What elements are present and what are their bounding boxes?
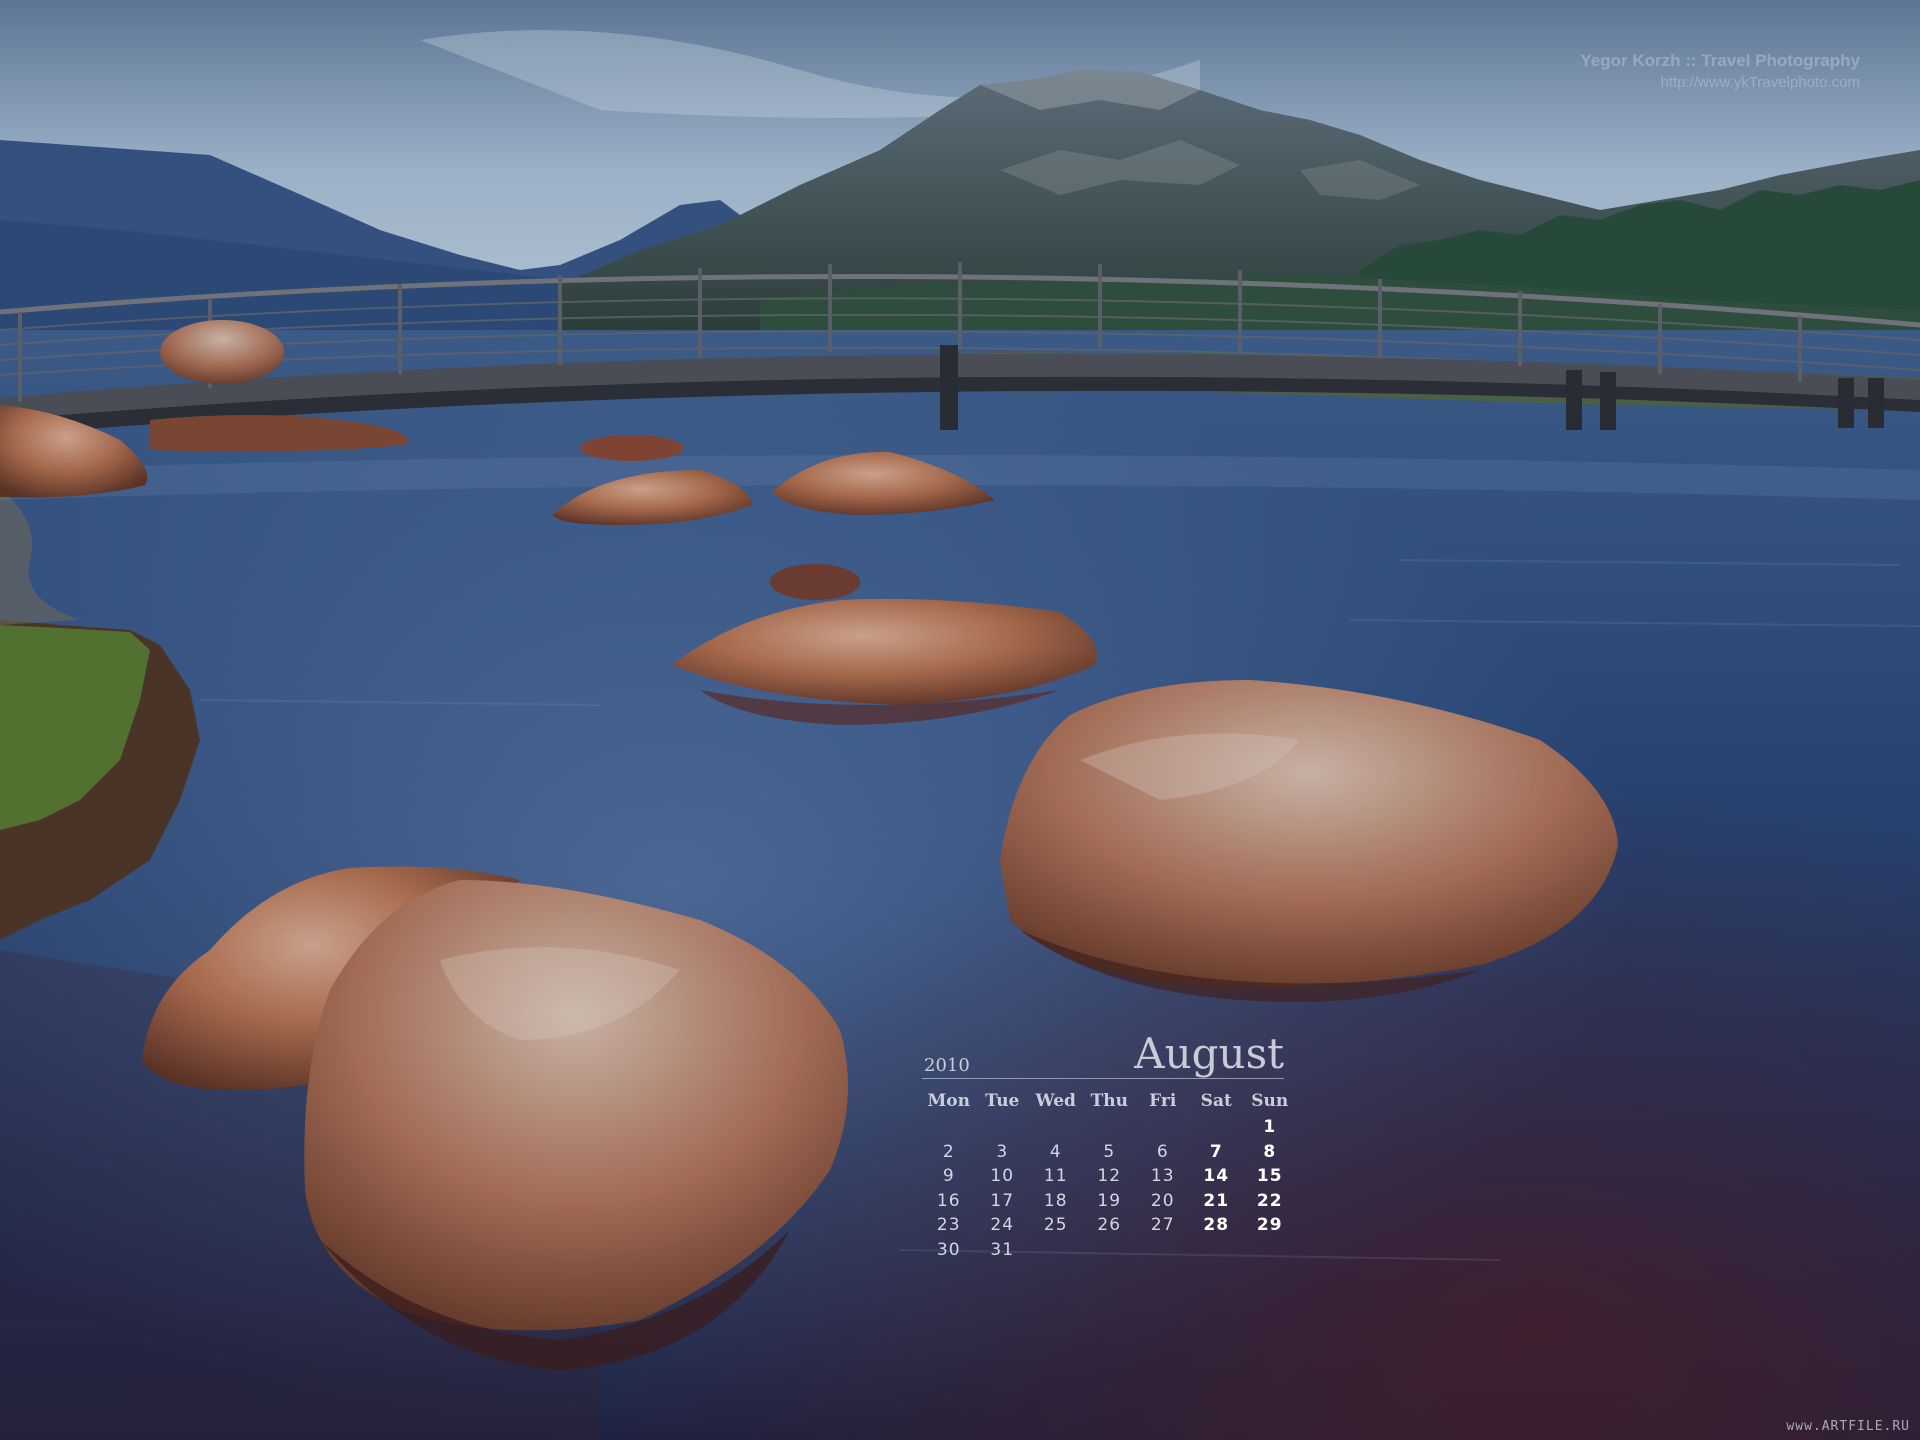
landscape-photo: Yegor Korzh :: Travel Photography http:/… xyxy=(0,0,1920,1440)
calendar-day: 7 xyxy=(1209,1141,1223,1162)
calendar-year: 2010 xyxy=(924,1055,970,1076)
calendar-day: 29 xyxy=(1256,1215,1283,1235)
calendar-blank xyxy=(922,1115,976,1140)
weekday-header: Tue xyxy=(985,1091,1020,1111)
calendar-day: 26 xyxy=(1097,1215,1122,1235)
calendar-day: 17 xyxy=(990,1190,1015,1211)
watermark: www.ARTFILE.RU xyxy=(1786,1419,1910,1434)
calendar-day: 18 xyxy=(1043,1190,1068,1211)
calendar-day: 22 xyxy=(1256,1190,1283,1211)
weekday-header: Wed xyxy=(1035,1091,1076,1111)
calendar-day: 30 xyxy=(936,1239,961,1260)
calendar-day: 6 xyxy=(1156,1141,1169,1162)
calendar-blank xyxy=(1136,1115,1190,1140)
calendar-day: 8 xyxy=(1263,1141,1277,1162)
calendar-blank xyxy=(1190,1115,1244,1140)
calendar-day: 11 xyxy=(1043,1166,1068,1186)
calendar-day: 27 xyxy=(1150,1215,1175,1235)
calendar-day: 4 xyxy=(1049,1141,1062,1162)
calendar-blank xyxy=(1083,1115,1137,1140)
calendar-day: 21 xyxy=(1203,1190,1230,1211)
calendar-day: 24 xyxy=(990,1215,1015,1235)
calendar-grid: Mon Tue Wed Thu Fri Sat Sun 1 2 3 4 5 6 7 8 9 10 11 12 13 14… xyxy=(922,1087,1292,1262)
calendar-day: 12 xyxy=(1097,1166,1122,1186)
calendar-day: 23 xyxy=(936,1215,961,1235)
weekday-header: Fri xyxy=(1149,1091,1177,1111)
calendar-day: 5 xyxy=(1103,1141,1116,1162)
credit-url: http://www.ykTravelphoto.com xyxy=(1660,73,1860,91)
calendar-day: 20 xyxy=(1150,1190,1175,1211)
calendar-day: 31 xyxy=(990,1239,1015,1260)
weekday-header: Sun xyxy=(1251,1091,1289,1111)
weekday-header: Thu xyxy=(1090,1091,1128,1111)
photo-credit: Yegor Korzh :: Travel Photography http:/… xyxy=(1580,50,1860,93)
calendar-month: August xyxy=(1134,1029,1284,1078)
calendar-day: 19 xyxy=(1097,1190,1122,1211)
calendar-day: 1 xyxy=(1263,1117,1277,1137)
calendar-day: 2 xyxy=(942,1141,955,1162)
calendar-day: 25 xyxy=(1043,1215,1068,1235)
calendar: 2010 August Mon Tue Wed Thu Fri Sat Sun 1 2 3 4 5 6 7… xyxy=(922,1029,1292,1262)
calendar-day: 14 xyxy=(1203,1166,1230,1186)
credit-author: Yegor Korzh :: Travel Photography xyxy=(1580,51,1860,70)
calendar-day: 10 xyxy=(990,1166,1015,1186)
weekday-header: Sat xyxy=(1200,1091,1232,1111)
calendar-header: 2010 August xyxy=(922,1029,1292,1078)
calendar-day: 9 xyxy=(942,1166,955,1186)
weekday-header: Mon xyxy=(927,1091,971,1111)
calendar-day: 15 xyxy=(1256,1166,1283,1186)
calendar-blank xyxy=(976,1115,1030,1140)
calendar-rule xyxy=(922,1078,1284,1079)
calendar-day: 13 xyxy=(1150,1166,1175,1186)
calendar-day: 16 xyxy=(936,1190,961,1211)
calendar-day: 28 xyxy=(1203,1215,1230,1235)
calendar-day: 3 xyxy=(996,1141,1009,1162)
calendar-blank xyxy=(1029,1115,1083,1140)
